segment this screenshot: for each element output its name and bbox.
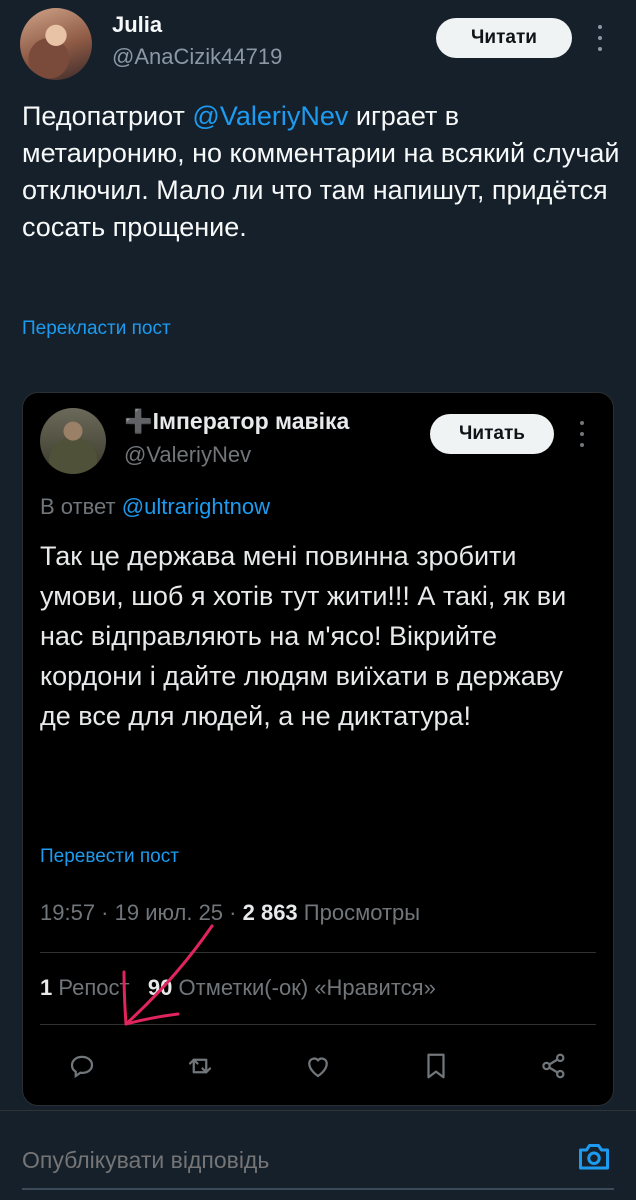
mention-link[interactable]: @ValeriyNev	[192, 101, 348, 131]
reply-icon[interactable]	[62, 1046, 102, 1086]
divider	[40, 1024, 596, 1025]
follow-button[interactable]: Читати	[436, 18, 572, 58]
camera-icon[interactable]	[574, 1136, 614, 1176]
input-underline	[22, 1188, 614, 1190]
quoted-author-handle[interactable]: @ValeriyNev	[124, 442, 251, 468]
author-handle[interactable]: @AnaCizik44719	[112, 44, 282, 70]
likes-count[interactable]: 90	[148, 975, 172, 1000]
more-icon[interactable]	[588, 22, 612, 54]
reply-to-mention[interactable]: @ultrarightnow	[122, 494, 270, 519]
quoted-translate-link[interactable]: Перевести пост	[40, 846, 179, 868]
like-icon[interactable]	[298, 1046, 338, 1086]
divider	[0, 1110, 636, 1111]
likes-label[interactable]: Отметки(-ок) «Нравится»	[179, 975, 436, 1000]
engagement-stats: 1 Репост 90 Отметки(-ок) «Нравится»	[40, 975, 436, 1001]
views-label: Просмотры	[303, 900, 421, 925]
post-meta: 19:57 · 19 июл. 25 · 2 863 Просмотры	[40, 900, 421, 925]
repost-icon[interactable]	[180, 1046, 220, 1086]
quoted-more-icon[interactable]	[572, 418, 592, 450]
reply-to-line: В ответ @ultrarightnow	[40, 494, 271, 519]
quoted-author-avatar[interactable]	[40, 408, 106, 474]
quoted-author-name[interactable]: ➕Імператор мавіка	[124, 408, 349, 435]
post-time[interactable]: 19:57	[40, 900, 95, 925]
share-icon[interactable]	[534, 1046, 574, 1086]
quoted-post-text: Так це держава мені повинна зробити умов…	[40, 541, 567, 731]
author-name[interactable]: Julia	[112, 12, 162, 38]
translate-post-link[interactable]: Перекласти пост	[22, 318, 171, 340]
reposts-label[interactable]: Репост	[58, 975, 129, 1000]
quoted-follow-button[interactable]: Читать	[430, 414, 554, 454]
reply-input[interactable]	[22, 1144, 562, 1176]
post-text: Педопатриот @ValeriyNev играет в метаиро…	[22, 101, 620, 242]
bookmark-icon[interactable]	[416, 1046, 456, 1086]
views-count: 2 863	[242, 900, 298, 925]
reposts-count[interactable]: 1	[40, 975, 52, 1000]
divider	[40, 952, 596, 953]
post-date[interactable]: 19 июл. 25	[115, 900, 223, 925]
author-avatar[interactable]	[20, 8, 92, 80]
